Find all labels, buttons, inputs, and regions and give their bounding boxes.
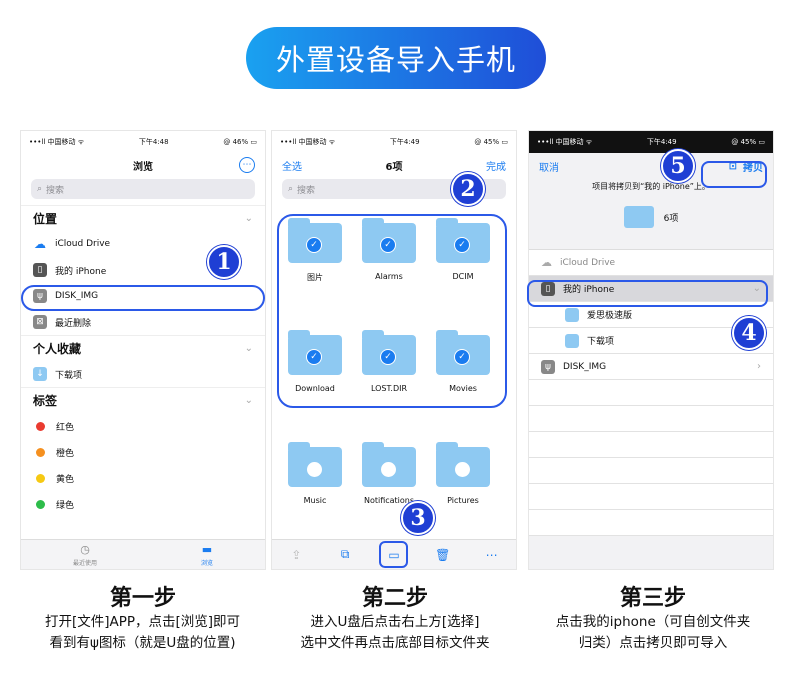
highlight-move-button: [379, 541, 408, 568]
folder-icon: [565, 333, 579, 348]
screenshot-browse: •••ll 中国移动 ᯤ 下午4:48 @ 46% ▭ 浏览 ⋯ ⌕ 搜索 位置 ⌄…: [20, 130, 266, 570]
highlight-my-iphone: [527, 280, 768, 307]
folder-icon: ↓: [33, 367, 47, 381]
status-bar: •••ll 中国移动 ᯤ 下午4:49 @ 45% ▭: [529, 131, 773, 153]
status-bar: •••ll 中国移动 ᯤ 下午4:49 @ 45% ▭: [280, 138, 508, 146]
trash-icon[interactable]: 🗑: [432, 548, 454, 562]
tab-recent[interactable]: ◷ 最近使用: [73, 543, 97, 567]
location-icloud[interactable]: ☁ iCloud Drive: [529, 250, 773, 276]
folder-icon: [623, 206, 654, 228]
chevron-down-icon: ⌄: [244, 395, 253, 406]
battery: @ 46% ▭: [223, 138, 257, 146]
unchecked-circle-icon: [381, 462, 396, 477]
step-badge-2: 2: [451, 172, 485, 206]
step-badge-5: 5: [661, 149, 695, 183]
cloud-icon: ☁: [34, 237, 46, 251]
cancel-button[interactable]: 取消: [539, 159, 559, 174]
folder-item[interactable]: Pictures: [432, 437, 494, 549]
chevron-right-icon: ›: [757, 361, 761, 372]
screenshot-copy: •••ll 中国移动 ᯤ 下午4:49 @ 45% ▭ 取消 ⊡ 拷贝 项目将拷贝…: [528, 130, 774, 570]
done-button[interactable]: 完成: [486, 158, 506, 173]
folder-item[interactable]: Music: [284, 437, 346, 549]
carrier: •••ll 中国移动 ᯤ: [29, 138, 85, 146]
trash-icon: ⊠: [33, 315, 47, 329]
search-input[interactable]: ⌕ 搜索: [31, 179, 255, 199]
page-title: 浏览: [133, 161, 153, 173]
phone-icon: ▯: [33, 263, 47, 277]
step-2-title: 第二步: [361, 586, 428, 611]
section-locations[interactable]: 位置 ⌄: [21, 205, 265, 231]
more-icon[interactable]: ⋯: [481, 548, 503, 562]
step-badge-3: 3: [401, 501, 435, 535]
section-tags[interactable]: 标签 ⌄: [21, 387, 265, 413]
status-bar: •••ll 中国移动 ᯤ 下午4:48 @ 46% ▭: [21, 131, 265, 153]
tag-red[interactable]: 红色: [21, 413, 265, 439]
orange-dot-icon: [36, 447, 45, 457]
cloud-icon: ☁: [541, 256, 552, 269]
page-title: 6项: [385, 161, 403, 173]
location-trash[interactable]: ⊠ 最近删除: [21, 309, 265, 335]
title-banner: 外置设备导入手机: [246, 27, 546, 89]
item-count: 6项: [663, 213, 679, 224]
red-dot-icon: [36, 421, 45, 431]
step-1-title: 第一步: [109, 586, 176, 611]
highlight-copy-button: [701, 161, 767, 188]
tag-orange[interactable]: 橙色: [21, 439, 265, 465]
clock-icon: ◷: [80, 542, 90, 556]
tab-bar: ◷ 最近使用 ▬ 浏览: [21, 539, 265, 569]
unchecked-circle-icon: [307, 462, 322, 477]
step-badge-1: 1: [207, 245, 241, 279]
step-badge-4: 4: [732, 316, 766, 350]
folder-icon: [565, 307, 579, 322]
duplicate-icon[interactable]: ⧉: [334, 547, 356, 562]
step-3-title: 第三步: [619, 586, 686, 611]
step-2-desc: 进入U盘后点击右上方[选择] 选中文件再点击底部目标文件夹: [300, 614, 490, 651]
highlight-disk-img: [21, 285, 265, 311]
chevron-down-icon: ⌄: [244, 213, 253, 224]
tag-green[interactable]: 绿色: [21, 491, 265, 517]
tab-browse[interactable]: ▬ 浏览: [201, 543, 213, 567]
usb-icon: ψ: [541, 359, 555, 374]
green-dot-icon: [36, 499, 45, 509]
yellow-dot-icon: [36, 473, 45, 483]
more-button[interactable]: ⋯: [239, 157, 255, 173]
unchecked-circle-icon: [455, 462, 470, 477]
step-1-desc: 打开[文件]APP，点击[浏览]即可 看到有ψ图标（就是U盘的位置): [44, 614, 241, 651]
copy-sheet: 取消 ⊡ 拷贝 项目将拷贝到“我的 iPhone”上。 6项 ☁ iCloud Dr…: [529, 153, 773, 569]
folder-icon: ▬: [201, 542, 213, 556]
highlight-selected-files: [277, 214, 507, 408]
search-icon: ⌕: [288, 184, 294, 194]
tag-yellow[interactable]: 黄色: [21, 465, 265, 491]
search-icon: ⌕: [37, 184, 43, 194]
favorite-downloads[interactable]: ↓ 下载项: [21, 361, 265, 387]
select-all-button[interactable]: 全选: [282, 158, 302, 173]
section-favorites[interactable]: 个人收藏 ⌄: [21, 335, 265, 361]
step-3-desc: 点击我的iphone（可自创文件夹 归类）点击拷贝即可导入: [555, 614, 751, 651]
share-icon[interactable]: ⇪: [285, 548, 307, 562]
clock: 下午4:48: [138, 138, 169, 146]
location-disk[interactable]: ψ DISK_IMG ›: [529, 354, 773, 380]
chevron-down-icon: ⌄: [244, 343, 253, 354]
